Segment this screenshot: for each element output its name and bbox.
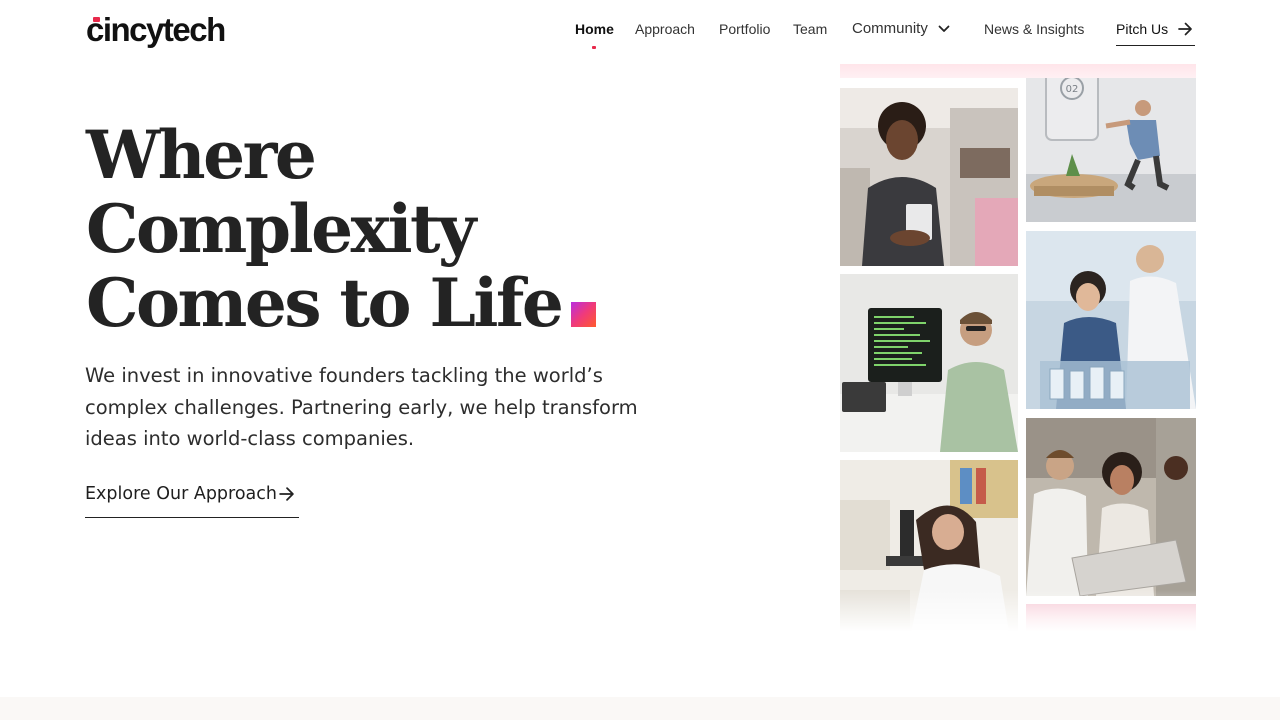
explore-approach-label: Explore Our Approach <box>85 484 277 504</box>
main-nav: Home Approach Portfolio Team Community N… <box>0 20 1280 50</box>
arrow-right-icon <box>279 487 294 501</box>
teacher-photo <box>840 88 1018 266</box>
next-section-band <box>0 697 1280 720</box>
gradient-square-mark <box>571 302 597 327</box>
chevron-down-icon <box>938 25 950 32</box>
hero-title-line: Complexity <box>86 190 476 268</box>
site-header: cincytech Home Approach Portfolio Team C… <box>0 0 1280 60</box>
hero-title-line: Where <box>86 116 317 194</box>
developer-photo <box>840 274 1018 452</box>
lab-team-photo <box>1026 231 1196 409</box>
hero-title-line: Comes to Life <box>86 264 564 342</box>
active-nav-indicator <box>592 46 596 49</box>
nav-community-label: Community <box>852 20 928 37</box>
nav-home[interactable]: Home <box>575 20 614 38</box>
hero-title-line-3: Comes to Life <box>86 266 606 340</box>
nav-community[interactable]: Community <box>852 20 950 38</box>
explore-approach-link[interactable]: Explore Our Approach <box>85 483 299 518</box>
arrow-right-icon <box>1178 22 1192 36</box>
gallery-bottom-fade <box>840 590 1196 632</box>
hero-description: We invest in innovative founders tacklin… <box>85 364 638 450</box>
nav-approach[interactable]: Approach <box>635 20 695 38</box>
pitch-us-label: Pitch Us <box>1116 21 1169 37</box>
fitness-badge: 02 <box>1066 84 1079 95</box>
nav-news-insights[interactable]: News & Insights <box>984 20 1084 38</box>
collaboration-photo <box>1026 418 1196 596</box>
photo-gallery: 02 <box>840 64 1196 631</box>
gallery-top-fade <box>840 64 1196 78</box>
pitch-us-button[interactable]: Pitch Us <box>1116 20 1195 46</box>
hero-title: Where Complexity Comes to Life <box>86 118 606 340</box>
nav-team[interactable]: Team <box>793 20 827 38</box>
fitness-photo: 02 <box>1026 64 1196 222</box>
nav-portfolio[interactable]: Portfolio <box>719 20 770 38</box>
